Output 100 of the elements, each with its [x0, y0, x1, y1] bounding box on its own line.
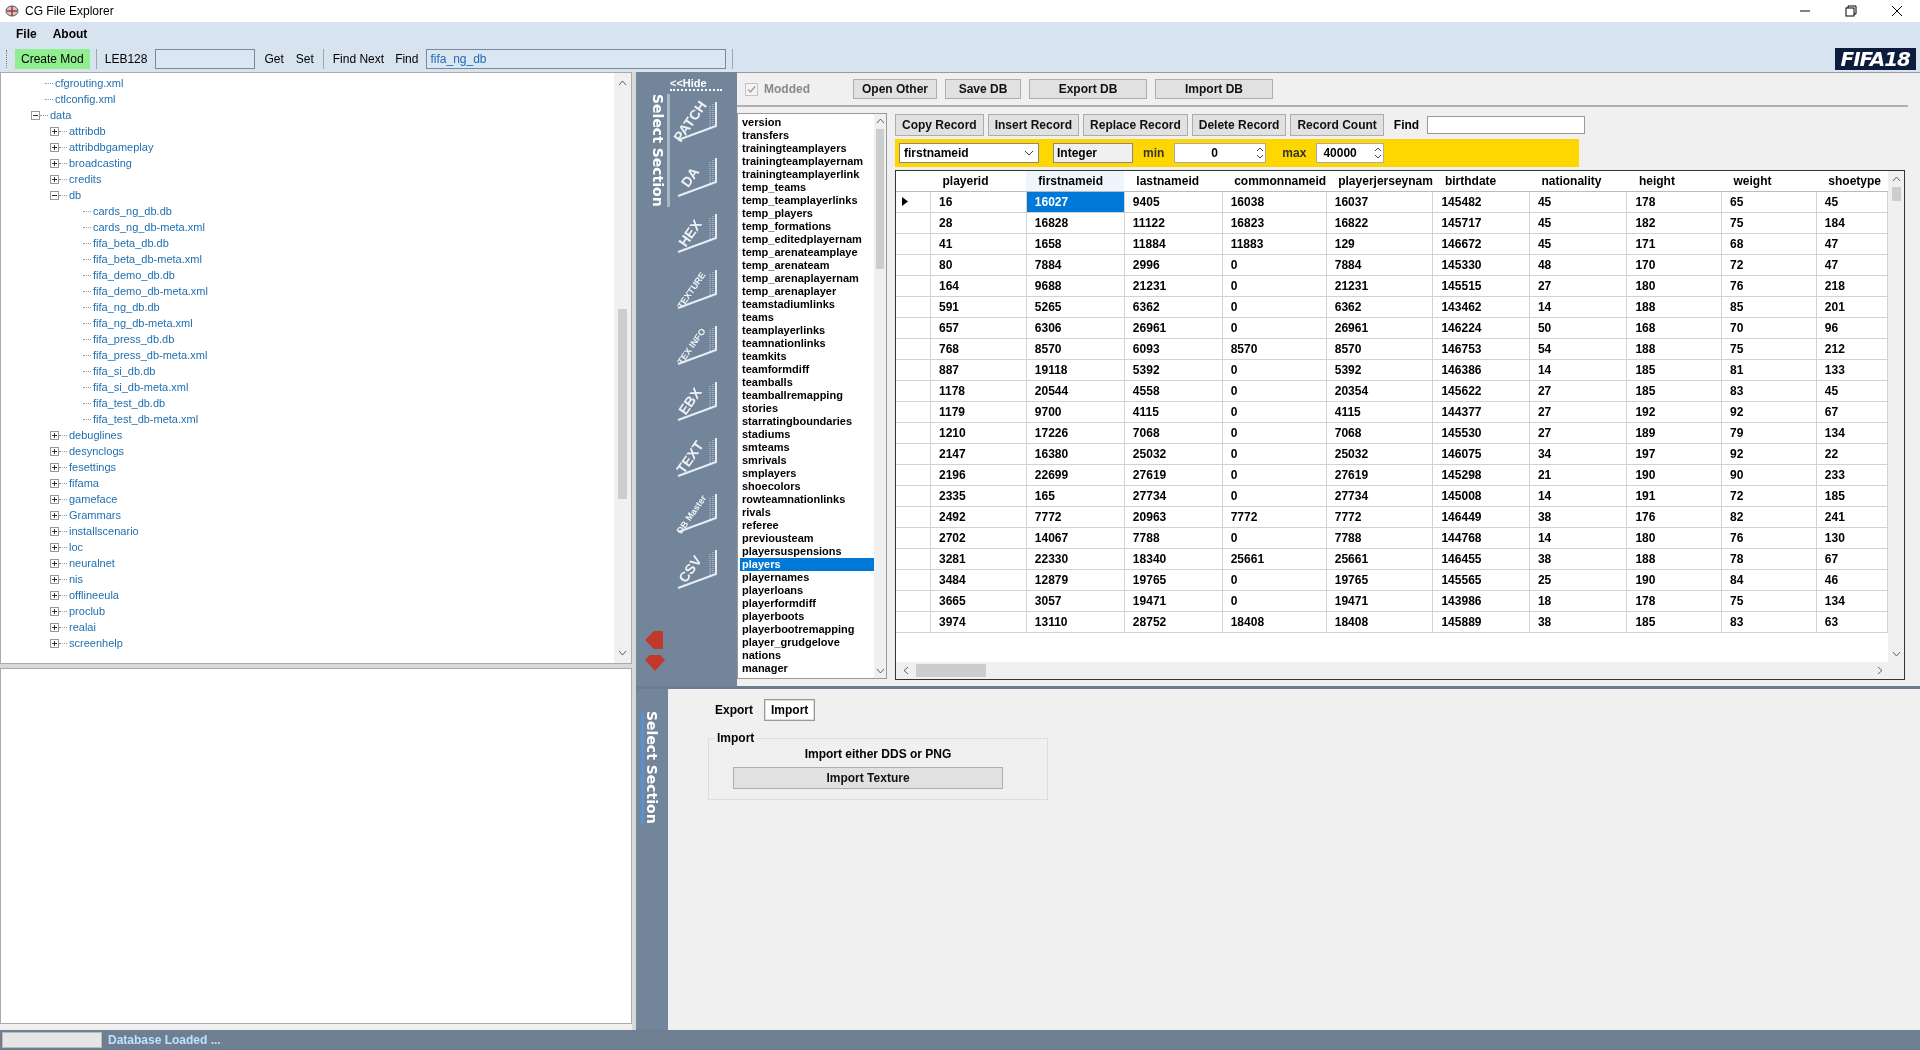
table-cell[interactable]: 130 — [1816, 527, 1888, 549]
table-list-item[interactable]: teamballs — [740, 376, 874, 389]
table-list-item[interactable]: trainingteamplayernam — [740, 155, 874, 168]
collapse-icon[interactable] — [31, 110, 40, 120]
table-cell[interactable]: 83 — [1721, 611, 1817, 633]
table-cell[interactable]: 67 — [1816, 548, 1888, 570]
table-cell[interactable]: 0 — [1222, 485, 1327, 507]
table-cell[interactable]: 197 — [1626, 443, 1722, 465]
table-cell[interactable]: 19765 — [1326, 569, 1433, 591]
table-list-item[interactable]: temp_teams — [740, 181, 874, 194]
table-cell[interactable]: 84 — [1721, 569, 1817, 591]
find-next-button[interactable]: Find Next — [329, 49, 388, 69]
tree-item[interactable]: fifa_ng_db.db — [93, 301, 160, 313]
table-cell[interactable]: 134 — [1816, 590, 1888, 612]
table-cell[interactable]: 46 — [1816, 569, 1888, 591]
expand-icon[interactable] — [50, 174, 59, 184]
table-cell[interactable]: 67 — [1816, 401, 1888, 423]
tree-item[interactable]: cards_ng_db-meta.xml — [93, 221, 205, 233]
table-cell[interactable]: 41 — [930, 233, 1027, 255]
spinner-arrows-icon[interactable] — [1373, 145, 1384, 161]
table-cell[interactable]: 47 — [1816, 233, 1888, 255]
table-cell[interactable]: 9700 — [1026, 401, 1125, 423]
table-cell[interactable]: 146449 — [1432, 506, 1530, 528]
expand-icon[interactable] — [50, 142, 59, 152]
table-cell[interactable]: 0 — [1222, 527, 1327, 549]
table-cell[interactable]: 0 — [1222, 401, 1327, 423]
table-cell[interactable]: 26961 — [1326, 317, 1433, 339]
table-cell[interactable]: 16037 — [1326, 191, 1433, 213]
tree-item[interactable]: installscenario — [69, 525, 139, 537]
tree-item[interactable]: fifa_beta_db-meta.xml — [93, 253, 202, 265]
table-list-item[interactable]: smplayers — [740, 467, 874, 480]
table-cell[interactable]: 168 — [1626, 317, 1722, 339]
table-cell[interactable]: 92 — [1721, 443, 1817, 465]
table-cell[interactable]: 14 — [1529, 359, 1627, 381]
table-list-item[interactable]: playerboots — [740, 610, 874, 623]
table-list-item[interactable]: trainingteamplayers — [740, 142, 874, 155]
tree-item[interactable]: fifa_test_db-meta.xml — [93, 413, 199, 425]
tree-item[interactable]: attribdb — [69, 125, 106, 137]
table-cell[interactable]: 16 — [930, 191, 1027, 213]
tree-item[interactable]: nis — [69, 573, 84, 585]
max-spinbox[interactable]: 40000 — [1316, 143, 1385, 163]
table-cell[interactable]: 7884 — [1326, 254, 1433, 276]
tree-item[interactable]: loc — [69, 541, 84, 553]
table-list-item[interactable]: manager — [740, 662, 874, 675]
table-cell[interactable]: 0 — [1222, 275, 1327, 297]
table-cell[interactable]: 19765 — [1124, 569, 1223, 591]
table-cell[interactable]: 3974 — [930, 611, 1027, 633]
table-cell[interactable]: 96 — [1816, 317, 1888, 339]
table-cell[interactable]: 1658 — [1026, 233, 1125, 255]
table-cell[interactable]: 2335 — [930, 485, 1027, 507]
table-cell[interactable]: 75 — [1721, 338, 1817, 360]
table-list-item[interactable]: teamplayerlinks — [740, 324, 874, 337]
table-list-item[interactable]: previousteam — [740, 532, 874, 545]
tree-item[interactable]: ctlconfig.xml — [55, 93, 116, 105]
tree-item[interactable]: credits — [69, 173, 102, 185]
table-cell[interactable]: 146672 — [1432, 233, 1530, 255]
table-cell[interactable]: 143986 — [1432, 590, 1530, 612]
table-cell[interactable]: 27619 — [1326, 464, 1433, 486]
table-cell[interactable]: 133 — [1816, 359, 1888, 381]
tree-item[interactable]: fifa_beta_db.db — [93, 237, 169, 249]
tree-item[interactable]: fifa_demo_db-meta.xml — [93, 285, 208, 297]
table-cell[interactable]: 18 — [1529, 590, 1627, 612]
table-cell[interactable]: 185 — [1626, 380, 1722, 402]
table-cell[interactable]: 176 — [1626, 506, 1722, 528]
table-list-item[interactable]: player_grudgelove — [740, 636, 874, 649]
expand-icon[interactable] — [50, 430, 59, 440]
table-cell[interactable]: 22330 — [1026, 548, 1125, 570]
table-cell[interactable]: 17226 — [1026, 422, 1125, 444]
table-cell[interactable]: 38 — [1529, 611, 1627, 633]
table-cell[interactable]: 20963 — [1124, 506, 1223, 528]
tree-item[interactable]: screenhelp — [69, 637, 123, 649]
table-list-item[interactable]: nations — [740, 649, 874, 662]
record-button[interactable]: Record Count — [1290, 114, 1384, 136]
table-cell[interactable]: 144768 — [1432, 527, 1530, 549]
table-cell[interactable]: 170 — [1626, 254, 1722, 276]
table-cell[interactable]: 8570 — [1222, 338, 1327, 360]
table-cell[interactable]: 145330 — [1432, 254, 1530, 276]
scroll-thumb[interactable] — [618, 309, 627, 499]
table-cell[interactable]: 1179 — [930, 401, 1027, 423]
table-list-item[interactable]: referee — [740, 519, 874, 532]
table-cell[interactable]: 182 — [1626, 212, 1722, 234]
table-list-item[interactable]: teams — [740, 311, 874, 324]
table-cell[interactable]: 143462 — [1432, 296, 1530, 318]
tree-item[interactable]: fesettings — [69, 461, 117, 473]
table-cell[interactable]: 3057 — [1026, 590, 1125, 612]
table-cell[interactable]: 4115 — [1124, 401, 1223, 423]
table-list-item[interactable]: version — [740, 116, 874, 129]
table-cell[interactable]: 70 — [1721, 317, 1817, 339]
table-cell[interactable]: 25032 — [1326, 443, 1433, 465]
db-button[interactable]: Import DB — [1155, 79, 1273, 99]
tree-item[interactable]: broadcasting — [69, 157, 132, 169]
table-cell[interactable]: 146075 — [1432, 443, 1530, 465]
table-cell[interactable]: 5392 — [1326, 359, 1433, 381]
table-cell[interactable]: 28752 — [1124, 611, 1223, 633]
table-cell[interactable]: 76 — [1721, 275, 1817, 297]
record-button[interactable]: Delete Record — [1191, 114, 1287, 136]
table-cell[interactable]: 14 — [1529, 296, 1627, 318]
import-texture-button[interactable]: Import Texture — [733, 767, 1003, 789]
table-cell[interactable]: 171 — [1626, 233, 1722, 255]
scroll-down-icon[interactable] — [1891, 650, 1901, 658]
